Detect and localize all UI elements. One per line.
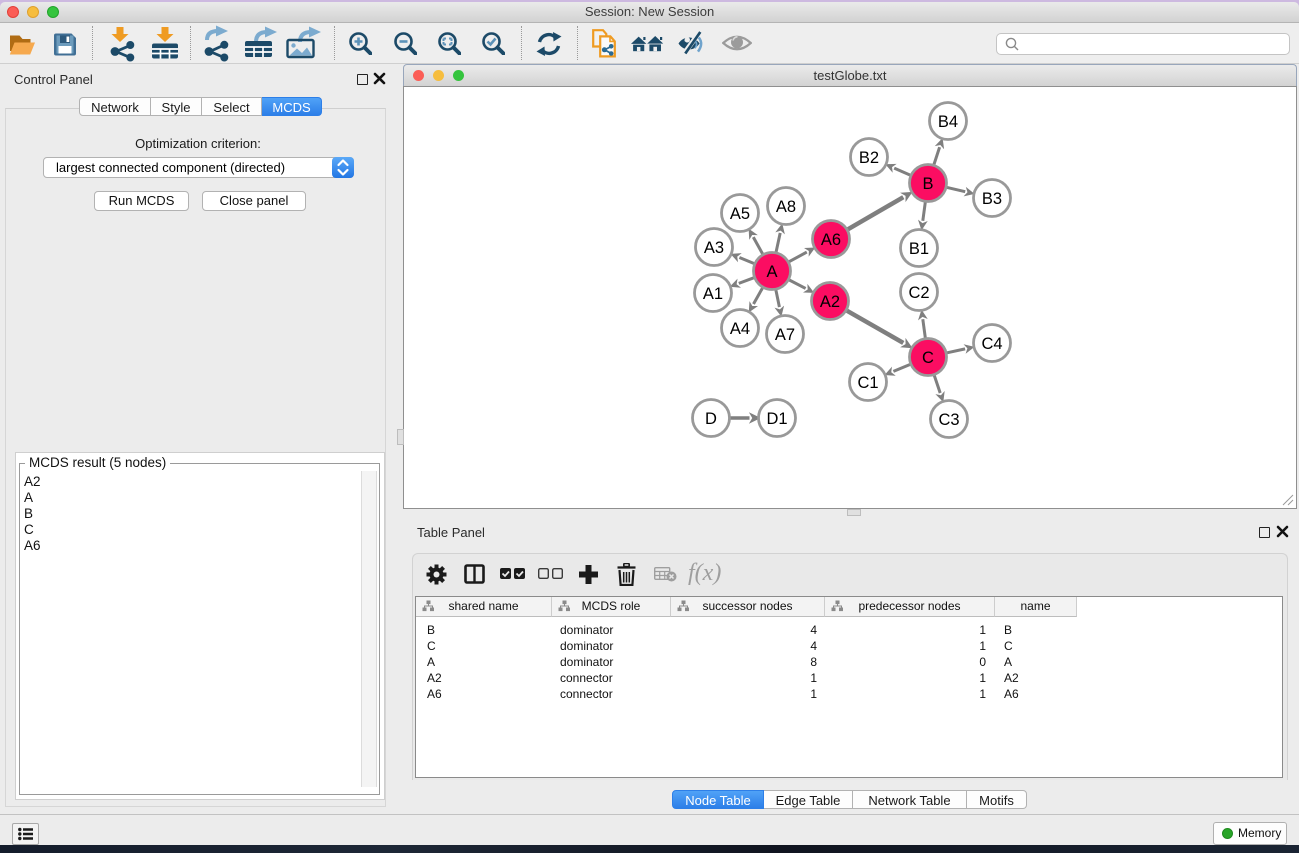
svg-text:A4: A4 (730, 320, 750, 338)
svg-text:C3: C3 (938, 411, 959, 429)
svg-text:A1: A1 (703, 285, 723, 303)
svg-text:D1: D1 (766, 410, 787, 428)
svg-text:B1: B1 (909, 240, 929, 258)
svg-text:A3: A3 (704, 239, 724, 257)
svg-text:C4: C4 (981, 335, 1002, 353)
svg-text:D: D (705, 410, 717, 428)
svg-text:B4: B4 (938, 113, 958, 131)
svg-text:C1: C1 (857, 374, 878, 392)
svg-text:A: A (766, 263, 777, 281)
svg-text:B2: B2 (859, 149, 879, 167)
svg-text:A5: A5 (730, 205, 750, 223)
svg-text:A8: A8 (776, 198, 796, 216)
svg-text:B: B (922, 175, 933, 193)
svg-text:A7: A7 (775, 326, 795, 344)
svg-text:A6: A6 (821, 231, 841, 249)
svg-text:B3: B3 (982, 190, 1002, 208)
svg-text:C2: C2 (908, 284, 929, 302)
svg-text:A2: A2 (820, 293, 840, 311)
svg-text:C: C (922, 349, 934, 367)
